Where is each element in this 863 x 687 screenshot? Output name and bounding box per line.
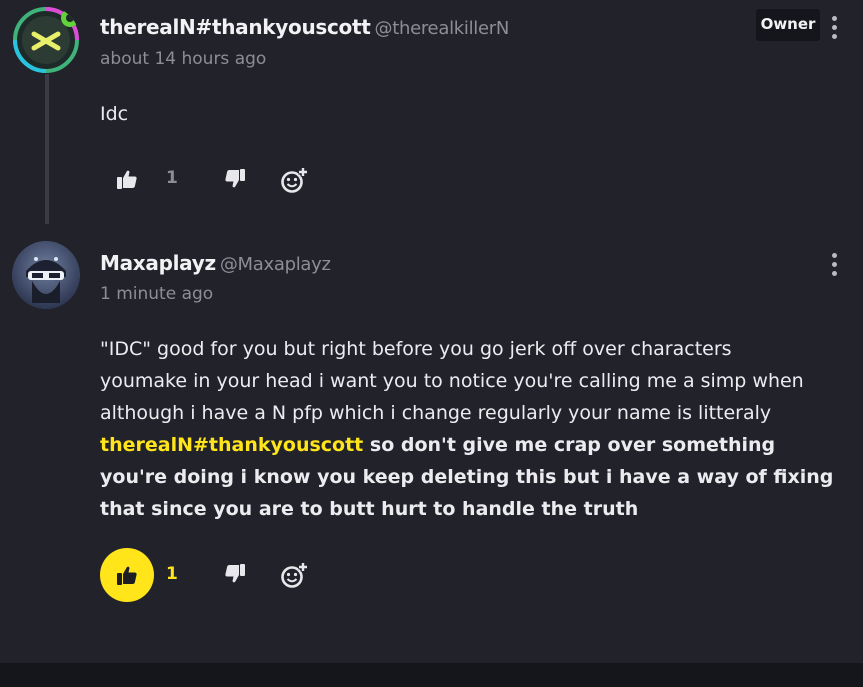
dislike-button[interactable] [224, 168, 246, 194]
footer-bar [0, 663, 863, 687]
like-button-active[interactable] [100, 548, 154, 602]
comment-body: Idc [100, 103, 129, 125]
kebab-menu-icon[interactable] [827, 250, 843, 280]
thread-line [45, 74, 49, 224]
add-reaction-icon [281, 562, 308, 588]
like-count: 1 [166, 168, 178, 188]
comment-timestamp: 1 minute ago [100, 284, 214, 304]
comment-body: "IDC" good for you but right before you … [100, 333, 840, 525]
thumbs-down-icon [225, 169, 245, 188]
thumbs-up-icon [117, 566, 137, 585]
thumbs-down-icon [225, 564, 245, 583]
like-count: 1 [166, 564, 178, 584]
body-line: "IDC" good for you but right before you … [100, 338, 732, 360]
thumbs-up-icon [117, 170, 137, 189]
like-button[interactable] [116, 168, 138, 194]
owner-badge: Owner [756, 9, 820, 41]
user-mention[interactable]: therealN#thankyouscott [100, 434, 363, 456]
add-reaction-button[interactable] [280, 166, 308, 198]
body-line: although i have a N pfp which i change r… [100, 402, 772, 424]
add-reaction-icon [281, 167, 308, 193]
comment-author[interactable]: Maxaplayz @Maxaplayz [100, 251, 331, 275]
author-name[interactable]: Maxaplayz [100, 251, 216, 275]
avatar[interactable] [12, 6, 80, 74]
author-handle[interactable]: @Maxaplayz [220, 254, 331, 275]
comment-author[interactable]: therealN#thankyouscott @therealkillerN [100, 15, 509, 39]
avatar[interactable] [12, 241, 80, 309]
body-line: youmake in your head i want you to notic… [100, 370, 804, 392]
kebab-menu-icon[interactable] [827, 13, 843, 43]
author-handle[interactable]: @therealkillerN [375, 18, 510, 39]
dislike-button[interactable] [224, 563, 246, 589]
author-name[interactable]: therealN#thankyouscott [100, 15, 371, 39]
add-reaction-button[interactable] [280, 561, 308, 593]
comment-timestamp: about 14 hours ago [100, 49, 267, 69]
